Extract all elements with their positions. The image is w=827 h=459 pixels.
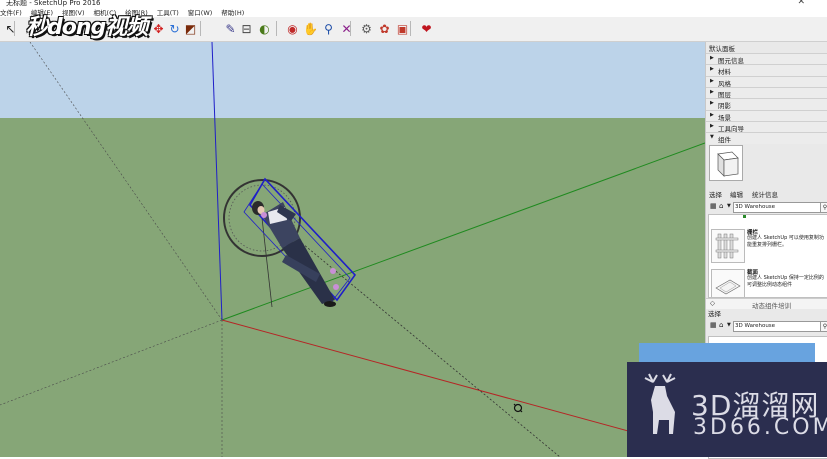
chevron-right-icon[interactable]: ▶ [710,78,714,84]
toolbar-separator [200,21,201,36]
dimension-icon[interactable]: ⊟ [238,20,255,37]
component-search-row: ▦ ⌂ ▼ 3D Warehouse ⚲ [709,202,827,213]
close-window-button[interactable]: ✕ [797,0,805,7]
chevron-right-icon[interactable]: ▶ [710,112,714,118]
scene-canvas[interactable] [0,42,705,457]
protractor-icon[interactable]: ◐ [256,20,273,37]
tray-row[interactable]: ▶ 场景 [706,109,827,122]
rotate-icon[interactable]: ↻ [166,20,183,37]
tray-row[interactable]: ▶ 阴影 [706,98,827,111]
secondary-select-label: 选择 [708,310,721,318]
toolbar-separator [410,21,411,36]
secondary-warehouse-search-input[interactable]: 3D Warehouse [733,321,821,332]
tray-row[interactable]: ▶ 图层 [706,86,827,99]
chevron-down-icon[interactable]: ▼ [727,321,731,330]
secondary-search-row: ▦ ⌂ ▼ 3D Warehouse ⚲ [709,321,827,332]
tab-edit[interactable]: 编辑 [730,189,743,199]
ruby-icon[interactable]: ❤ [418,20,435,37]
chevron-right-icon[interactable]: ▶ [710,100,714,106]
menu-item[interactable]: 窗口(W) [188,7,213,17]
home-icon[interactable]: ⌂ [719,321,723,330]
drawing-viewport[interactable] [0,42,705,457]
home-icon[interactable]: ⌂ [719,202,723,211]
tray-row[interactable]: ▶ 风格 [706,75,827,88]
item-description: 创建人 SketchUp 可以使用复制功能重复排列栅栏。 [747,235,824,248]
tray-row[interactable]: ▶ 图元信息 [706,53,827,65]
chevron-down-icon[interactable]: ▼ [710,134,714,140]
chevron-right-icon[interactable]: ▶ [710,66,714,72]
tray-row[interactable]: ▶ 材料 [706,64,827,77]
watermark-domain: 3D66.COM [693,415,827,440]
view-options-icon[interactable]: ▦ [710,202,717,211]
components-icon[interactable]: ▣ [394,20,411,37]
list-item[interactable]: 截面 创建人 SketchUp 保持一定比例的可调整比例动态组件 [709,266,827,297]
chevron-right-icon[interactable]: ▶ [710,123,714,129]
item-description: 创建人 SketchUp 保持一定比例的可调整比例动态组件 [747,275,824,288]
section-thumbnail [711,269,745,297]
search-icon[interactable]: ⚲ [820,321,827,332]
expand-icon[interactable]: ◇ [710,299,715,307]
zoom-extents-icon[interactable]: ✕ [338,20,355,37]
zoom-icon[interactable]: ⚲ [320,20,337,37]
ground [0,118,705,457]
chevron-right-icon[interactable]: ▶ [710,55,714,61]
menu-item[interactable]: 工具(T) [157,7,179,17]
list-marker [743,215,746,218]
toolbar-separator [350,21,351,36]
toolbar-separator [14,21,15,36]
tray-row[interactable]: ▼ 组件 [706,132,827,145]
warehouse-search-input[interactable]: 3D Warehouse [733,202,821,213]
tape-measure-icon[interactable]: ✎ [222,20,239,37]
menu-item[interactable]: 帮助(H) [221,7,244,17]
list-item[interactable]: 栅栏 创建人 SketchUp 可以使用复制功能重复排列栅栏。 [709,226,827,264]
menu-item[interactable]: 文件(F) [0,7,22,17]
tray-label: 组件 [718,136,731,145]
tray-row[interactable]: ▶ 工具向导 [706,120,827,133]
fence-thumbnail [711,229,745,263]
view-options-icon[interactable]: ▦ [710,321,717,330]
video-logo: 秒dong视频 [26,15,148,40]
watermark: 3D溜溜网 3D66.COM [627,362,827,457]
ad-banner [639,343,815,363]
dynamic-component-training-link[interactable]: 动态组件培训 [752,300,791,310]
warehouse-icon[interactable]: ⚙ [358,20,375,37]
select-arrow-icon[interactable]: ↖ [2,20,19,37]
search-icon[interactable]: ⚲ [820,202,827,213]
toolbar-separator [276,21,277,36]
tab-select[interactable]: 选择 [709,189,722,199]
component-tabs: 选择 编辑 统计信息 [706,187,827,199]
tray-title: 默认面板 [709,45,735,53]
deer-logo [644,373,676,434]
component-list[interactable]: 栅栏 创建人 SketchUp 可以使用复制功能重复排列栅栏。 截面 创建人 S… [708,214,827,298]
component-preview [709,145,743,181]
move-icon[interactable]: ✥ [150,20,167,37]
chevron-down-icon[interactable]: ▼ [727,202,731,211]
chevron-right-icon[interactable]: ▶ [710,89,714,95]
component-footer: ◇ 动态组件培训 [706,298,827,310]
pan-icon[interactable]: ✋ [302,20,319,37]
orbit-icon[interactable]: ◉ [284,20,301,37]
sky [0,42,705,118]
extension-icon[interactable]: ✿ [376,20,393,37]
tab-statistics[interactable]: 统计信息 [752,189,778,199]
scale-icon[interactable]: ◩ [182,20,199,37]
